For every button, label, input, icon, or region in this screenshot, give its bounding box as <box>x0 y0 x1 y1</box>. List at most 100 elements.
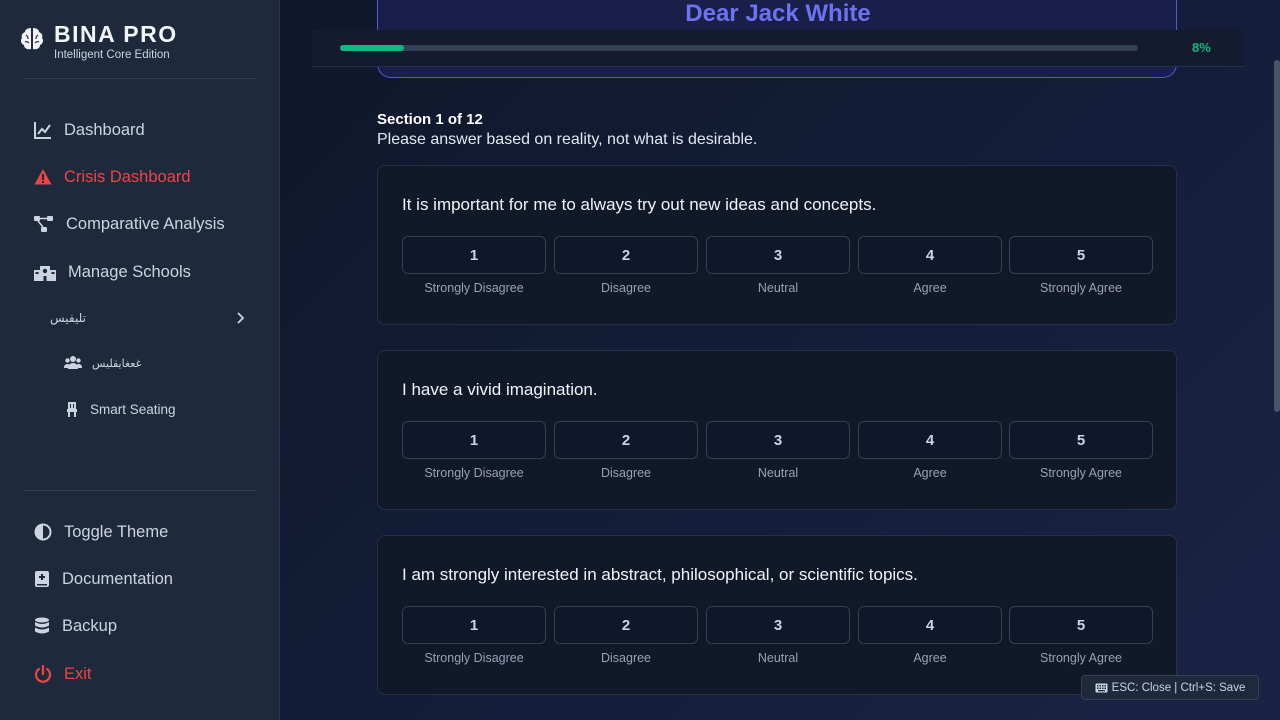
chevron-right-icon[interactable] <box>232 310 248 326</box>
question-card: I have a vivid imagination. 1 Strongly Dis… <box>377 350 1177 510</box>
likert-option: 2 Disagree <box>554 606 698 665</box>
backup-button[interactable]: Backup <box>34 614 117 638</box>
keyboard-icon <box>1095 683 1108 692</box>
likert-option: 1 Strongly Disagree <box>402 236 546 295</box>
likert-option-button[interactable]: 5 <box>1009 421 1153 459</box>
likert-option-button[interactable]: 2 <box>554 606 698 644</box>
brain-icon <box>20 28 44 50</box>
database-icon <box>35 617 49 634</box>
question-text: It is important for me to always try out… <box>402 195 877 214</box>
likert-option: 5 Strongly Agree <box>1009 606 1153 665</box>
brand: BINA PRO Intelligent Core Edition <box>20 20 178 61</box>
likert-option-label: Agree <box>913 466 947 480</box>
likert-option-label: Disagree <box>600 281 652 295</box>
likert-option-label: Strongly Disagree <box>424 651 524 665</box>
likert-option-label: Disagree <box>600 466 652 480</box>
question-text: I am strongly interested in abstract, ph… <box>402 565 918 584</box>
class-item[interactable]: غعغايقليس <box>64 353 141 373</box>
brand-subtitle: Intelligent Core Edition <box>54 49 170 61</box>
likert-option: 4 Agree <box>858 421 1002 480</box>
likert-option-button[interactable]: 5 <box>1009 236 1153 274</box>
likert-option: 5 Strongly Agree <box>1009 236 1153 295</box>
section-title: Section 1 of 12 <box>377 111 483 128</box>
diagram-project-icon <box>34 216 53 232</box>
likert-option-button[interactable]: 3 <box>706 606 850 644</box>
likert-option-button[interactable]: 4 <box>858 236 1002 274</box>
class-name: غعغايقليس <box>92 356 142 370</box>
toggle-theme-label: Toggle Theme <box>64 522 169 541</box>
keyboard-hint-text: ESC: Close | Ctrl+S: Save <box>1111 681 1246 694</box>
question-card: It is important for me to always try out… <box>377 165 1177 325</box>
likert-option: 4 Agree <box>858 606 1002 665</box>
likert-option-button[interactable]: 2 <box>554 236 698 274</box>
exit-label: Exit <box>64 664 92 683</box>
likert-scale: 1 Strongly Disagree 2 Disagree 3 Neutral 4 Agre… <box>402 236 1154 306</box>
question-card: I am strongly interested in abstract, ph… <box>377 535 1177 695</box>
likert-option-button[interactable]: 1 <box>402 236 546 274</box>
progress-bar: 8% <box>312 30 1244 67</box>
nav-dashboard[interactable]: Dashboard <box>34 118 145 142</box>
chart-line-icon <box>34 122 51 139</box>
likert-option-label: Strongly Agree <box>1040 651 1122 665</box>
likert-option-label: Strongly Agree <box>1040 281 1122 295</box>
likert-option: 3 Neutral <box>706 606 850 665</box>
smart-seating-label: Smart Seating <box>90 401 176 417</box>
toggle-theme-button[interactable]: Toggle Theme <box>34 520 168 544</box>
backup-label: Backup <box>62 616 118 635</box>
nav-crisis-label: Crisis Dashboard <box>64 167 191 186</box>
exit-button[interactable]: Exit <box>34 662 92 686</box>
likert-scale: 1 Strongly Disagree 2 Disagree 3 Neutral 4 Agre… <box>402 421 1154 491</box>
likert-option-label: Strongly Agree <box>1040 466 1122 480</box>
likert-option-label: Agree <box>913 281 947 295</box>
school-item[interactable]: تليفيس <box>50 308 86 328</box>
likert-option-button[interactable]: 3 <box>706 421 850 459</box>
main-content: Dear Jack White 8% Section 1 of 12 Pleas… <box>280 0 1280 720</box>
progress-track <box>340 45 1138 51</box>
likert-option-button[interactable]: 4 <box>858 421 1002 459</box>
nav-smart-seating[interactable]: Smart Seating <box>64 399 176 419</box>
likert-option-button[interactable]: 4 <box>858 606 1002 644</box>
likert-option-button[interactable]: 1 <box>402 606 546 644</box>
nav-schools-label: Manage Schools <box>68 262 191 281</box>
sidebar-divider <box>24 78 256 79</box>
documentation-label: Documentation <box>62 569 173 588</box>
greeting-title: Dear Jack White <box>685 0 871 27</box>
progress-fill <box>340 45 404 51</box>
book-medical-icon <box>35 571 49 587</box>
likert-option-button[interactable]: 5 <box>1009 606 1153 644</box>
sidebar-divider-bottom <box>24 490 256 491</box>
scrollbar-thumb[interactable] <box>1274 60 1280 412</box>
nav-comparative-label: Comparative Analysis <box>66 214 225 233</box>
progress-percent: 8% <box>1192 40 1211 55</box>
documentation-button[interactable]: Documentation <box>34 567 173 591</box>
likert-option: 5 Strongly Agree <box>1009 421 1153 480</box>
likert-option: 3 Neutral <box>706 236 850 295</box>
likert-option-label: Agree <box>913 651 947 665</box>
keyboard-hint: ESC: Close | Ctrl+S: Save <box>1081 675 1259 700</box>
likert-option-button[interactable]: 2 <box>554 421 698 459</box>
likert-scale: 1 Strongly Disagree 2 Disagree 3 Neutral 4 Agre… <box>402 606 1154 676</box>
likert-option: 3 Neutral <box>706 421 850 480</box>
likert-option: 1 Strongly Disagree <box>402 421 546 480</box>
likert-option-button[interactable]: 3 <box>706 236 850 274</box>
likert-option-label: Strongly Disagree <box>424 281 524 295</box>
likert-option-button[interactable]: 1 <box>402 421 546 459</box>
users-icon <box>64 356 82 369</box>
nav-crisis-dashboard[interactable]: Crisis Dashboard <box>34 165 191 189</box>
circle-half-icon <box>34 523 52 541</box>
section-description: Please answer based on reality, not what… <box>377 131 758 148</box>
question-text: I have a vivid imagination. <box>402 380 598 399</box>
nav-comparative-analysis[interactable]: Comparative Analysis <box>34 212 225 236</box>
sidebar: BINA PRO Intelligent Core Edition Dashbo… <box>0 0 280 720</box>
power-icon <box>34 665 52 683</box>
brand-title: BINA PRO <box>54 21 178 47</box>
warning-icon <box>34 169 52 185</box>
likert-option-label: Strongly Disagree <box>424 466 524 480</box>
likert-option: 1 Strongly Disagree <box>402 606 546 665</box>
likert-option-label: Disagree <box>600 651 652 665</box>
likert-option: 4 Agree <box>858 236 1002 295</box>
school-icon <box>34 266 56 281</box>
nav-manage-schools[interactable]: Manage Schools <box>34 260 191 284</box>
school-name: تليفيس <box>50 311 86 325</box>
likert-option-label: Neutral <box>757 281 799 295</box>
